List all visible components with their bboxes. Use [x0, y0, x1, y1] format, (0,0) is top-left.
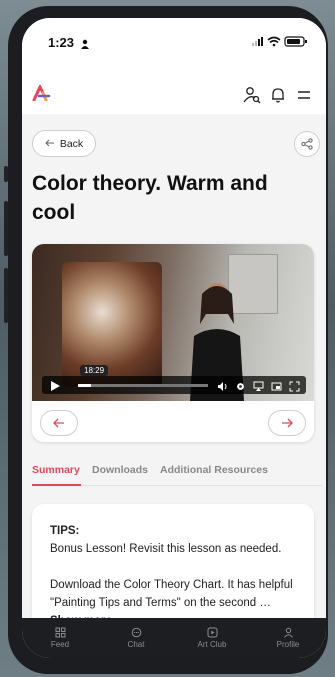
- picture-in-picture-icon[interactable]: [271, 379, 282, 397]
- grid-icon: [55, 627, 65, 638]
- play-icon[interactable]: [50, 379, 61, 397]
- tips-title: TIPS:: [50, 525, 80, 537]
- status-bar: 1:23: [22, 18, 326, 62]
- tab-summary[interactable]: Summary: [32, 464, 80, 476]
- arrow-left-icon: [53, 418, 64, 428]
- volume-down-button: [4, 268, 8, 323]
- video-scrubber[interactable]: [78, 384, 208, 387]
- active-tab-indicator: [32, 484, 81, 486]
- nav-label-feed: Feed: [50, 640, 70, 649]
- status-icons: [252, 35, 308, 50]
- app-header: [22, 62, 326, 114]
- next-lesson-button[interactable]: [268, 410, 306, 436]
- share-icon: [301, 138, 313, 150]
- arrow-right-icon: [282, 418, 293, 428]
- previous-lesson-button[interactable]: [40, 410, 78, 436]
- nav-item-art-club[interactable]: Art Club: [174, 618, 250, 658]
- page-title: Color theory. Warm and cool: [32, 172, 268, 224]
- nav-label-art-club: Art Club: [197, 640, 227, 649]
- bell-icon[interactable]: [268, 85, 288, 105]
- lesson-navigation: [32, 401, 314, 442]
- mute-switch: [4, 166, 8, 182]
- airplay-icon[interactable]: [253, 379, 264, 397]
- fullscreen-icon[interactable]: [289, 379, 300, 397]
- lesson-content: Back Color theory. Warm and cool 18:29 S…: [22, 114, 326, 644]
- tab-downloads[interactable]: Downloads: [92, 464, 148, 476]
- nav-item-chat[interactable]: Chat: [98, 618, 174, 658]
- phone-screen: 1:23 Back Color theory. Warm and cool 18…: [22, 18, 326, 658]
- back-button-label: Back: [59, 137, 84, 150]
- video-progress: [78, 384, 91, 387]
- tips-text-1: Bonus Lesson! Revisit this lesson as nee…: [50, 543, 282, 555]
- user-icon: [283, 627, 293, 638]
- nav-label-profile: Profile: [276, 640, 300, 649]
- video-player[interactable]: 18:29: [32, 244, 314, 401]
- volume-icon[interactable]: [217, 379, 228, 397]
- tab-additional-resources[interactable]: Additional Resources: [160, 464, 268, 476]
- signal-wifi-battery-icon: [252, 36, 307, 47]
- lesson-tabs: Summary Downloads Additional Resources: [32, 464, 322, 486]
- painting-image: [62, 262, 162, 387]
- back-button[interactable]: Back: [32, 130, 96, 157]
- share-button[interactable]: [294, 131, 320, 157]
- chat-icon: [131, 627, 141, 638]
- bottom-nav: Feed Chat Art Club Profile: [22, 618, 326, 658]
- user-search-icon[interactable]: [242, 85, 262, 105]
- nav-item-feed[interactable]: Feed: [22, 618, 98, 658]
- play-square-icon: [207, 627, 217, 638]
- video-card: 18:29: [32, 244, 314, 442]
- person-icon: [80, 36, 90, 54]
- volume-up-button: [4, 201, 8, 256]
- status-time: 1:23: [48, 35, 75, 50]
- app-logo-icon[interactable]: [32, 83, 52, 102]
- video-timestamp: 18:29: [80, 365, 109, 376]
- menu-icon[interactable]: [294, 85, 314, 105]
- video-controls: [42, 376, 306, 394]
- arrow-left-icon: [45, 138, 55, 150]
- nav-label-chat: Chat: [127, 640, 145, 649]
- tips-text-2: Download the Color Theory Chart. It has …: [50, 579, 293, 609]
- nav-item-profile[interactable]: Profile: [250, 618, 326, 658]
- settings-gear-icon[interactable]: [235, 379, 246, 397]
